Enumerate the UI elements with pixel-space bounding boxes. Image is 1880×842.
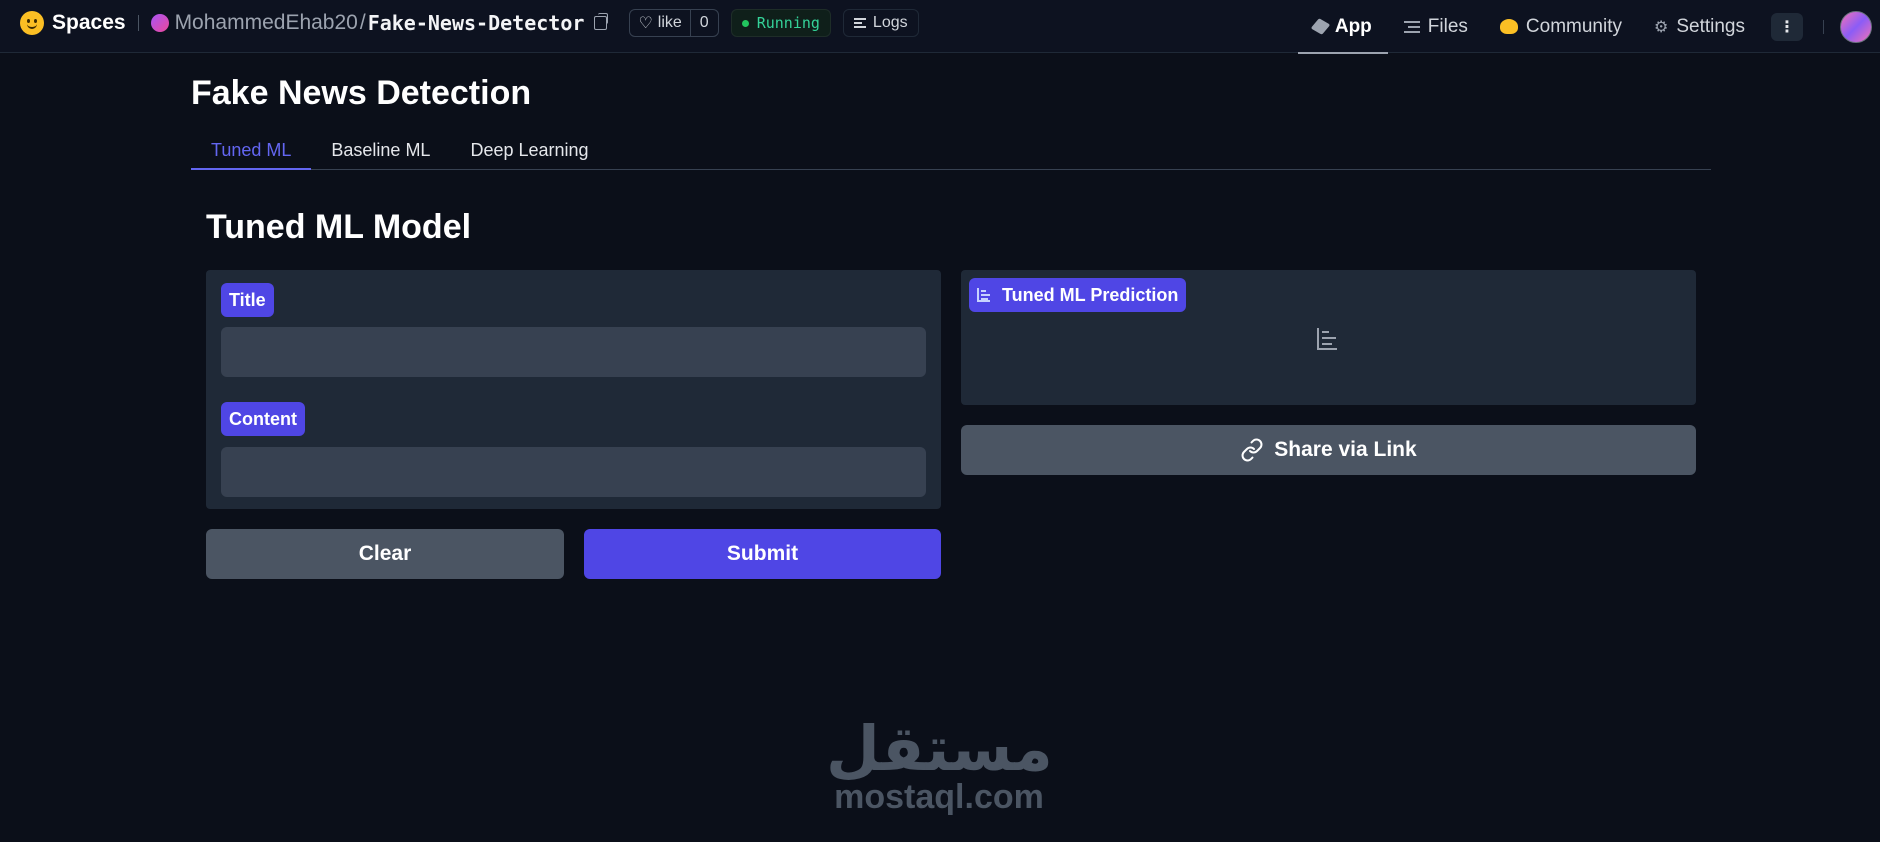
title-input[interactable] xyxy=(221,327,926,377)
tab-tuned-ml[interactable]: Tuned ML xyxy=(191,131,312,170)
status-dot-icon xyxy=(741,19,749,27)
space-nav: App Files Community ⚙ Settings ⋮ xyxy=(1297,0,1880,54)
copy-icon[interactable] xyxy=(594,13,609,30)
title-label: Title xyxy=(221,283,274,317)
bar-chart-icon xyxy=(977,288,990,302)
owner-avatar[interactable] xyxy=(150,14,169,32)
content-input[interactable] xyxy=(221,447,926,497)
spaces-link[interactable]: Spaces xyxy=(52,11,126,35)
gear-icon: ⚙ xyxy=(1654,18,1669,36)
more-icon: ⋮ xyxy=(1779,18,1795,36)
tab-community[interactable]: Community xyxy=(1484,0,1638,53)
prediction-label-badge: Tuned ML Prediction xyxy=(969,278,1187,312)
owner-link[interactable]: MohammedEhab20 xyxy=(175,11,358,35)
content-label: Content xyxy=(221,402,305,436)
divider xyxy=(137,15,139,31)
files-icon xyxy=(1403,20,1420,33)
model-tabs: Tuned ML Baseline ML Deep Learning xyxy=(191,131,1711,170)
hugging-face-logo-icon[interactable] xyxy=(20,11,44,35)
page-title: Fake News Detection xyxy=(191,74,532,112)
cube-icon xyxy=(1310,18,1331,35)
mostaql-watermark: مستقل mostaql.com xyxy=(826,715,1053,817)
status-badge[interactable]: Running xyxy=(730,9,831,37)
submit-button[interactable]: Submit xyxy=(584,529,941,579)
like-button[interactable]: ♡ like xyxy=(630,10,691,36)
prediction-output-panel: Tuned ML Prediction xyxy=(961,270,1696,405)
logs-icon xyxy=(853,18,866,28)
empty-label-placeholder-icon xyxy=(1317,328,1337,350)
watermark-arabic: مستقل xyxy=(826,715,1053,784)
divider xyxy=(1823,19,1824,34)
tab-files[interactable]: Files xyxy=(1388,0,1484,53)
share-via-link-button[interactable]: Share via Link xyxy=(961,425,1696,475)
tab-community-label: Community xyxy=(1525,15,1622,37)
tab-settings-label: Settings xyxy=(1676,15,1745,37)
logs-button[interactable]: Logs xyxy=(842,9,919,37)
top-bar: Spaces MohammedEhab20 / Fake-News-Detect… xyxy=(0,0,1880,54)
prediction-label: Tuned ML Prediction xyxy=(1002,284,1179,305)
tab-files-label: Files xyxy=(1427,15,1468,37)
share-label: Share via Link xyxy=(1274,438,1417,461)
tab-app[interactable]: App xyxy=(1297,0,1388,54)
more-options-button[interactable]: ⋮ xyxy=(1771,12,1803,41)
section-title: Tuned ML Model xyxy=(206,208,472,246)
community-icon xyxy=(1499,19,1518,34)
like-widget: ♡ like 0 xyxy=(629,9,719,37)
logs-label: Logs xyxy=(872,14,908,31)
user-avatar[interactable] xyxy=(1840,10,1872,43)
clear-button[interactable]: Clear xyxy=(206,529,564,579)
input-panel: Title Content xyxy=(206,270,941,509)
link-icon xyxy=(1241,438,1263,462)
tab-baseline-ml[interactable]: Baseline ML xyxy=(311,131,450,169)
breadcrumb-separator: / xyxy=(359,11,366,34)
tab-app-label: App xyxy=(1334,15,1372,37)
watermark-latin: mostaql.com xyxy=(834,778,1044,816)
tab-settings[interactable]: ⚙ Settings xyxy=(1638,0,1761,53)
breadcrumb: Spaces MohammedEhab20 / Fake-News-Detect… xyxy=(20,0,919,46)
tab-deep-learning[interactable]: Deep Learning xyxy=(450,131,608,169)
like-count[interactable]: 0 xyxy=(691,14,718,32)
status-text: Running xyxy=(756,14,820,32)
repo-name-link[interactable]: Fake-News-Detector xyxy=(368,11,585,35)
heart-icon: ♡ xyxy=(638,15,653,32)
like-label: like xyxy=(657,14,682,31)
